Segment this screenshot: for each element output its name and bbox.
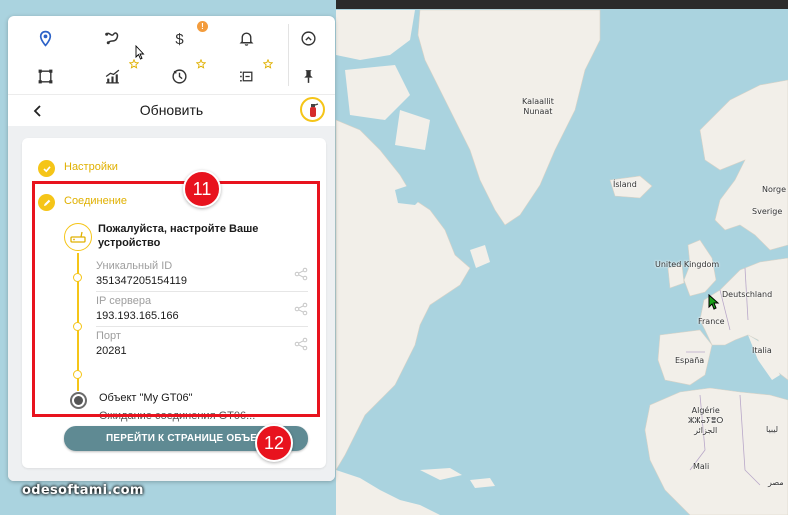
map-label-france: France <box>698 317 725 326</box>
highlight-box <box>32 181 320 417</box>
check-icon <box>38 160 55 177</box>
step-settings[interactable]: Настройки <box>64 161 118 173</box>
chart-icon[interactable] <box>100 64 124 88</box>
history-icon[interactable] <box>167 64 191 88</box>
mouse-cursor-icon <box>708 293 720 315</box>
map-label-mali: Mali <box>693 462 710 471</box>
map-label-norway: Norge <box>762 185 787 194</box>
svg-text:$: $ <box>175 31 184 46</box>
geofence-square-icon[interactable] <box>33 64 57 88</box>
avatar[interactable] <box>300 97 325 122</box>
map-label-libya: ليبيا <box>766 425 779 434</box>
dollar-icon[interactable]: $ <box>167 26 191 50</box>
page-title: Обновить <box>139 102 204 118</box>
mouse-cursor-icon <box>135 45 145 60</box>
route-icon[interactable] <box>100 26 124 50</box>
map-label-greenland: Kalaallit Nunaat <box>522 97 554 116</box>
toolbar-divider <box>288 24 289 86</box>
notification-badge: ! <box>197 21 208 32</box>
panel-header: Обновить <box>8 94 335 126</box>
map-label-uk: United Kingdom <box>655 260 720 269</box>
map-label-sweden: Sverige <box>752 207 783 216</box>
pin-icon[interactable] <box>296 64 320 88</box>
bell-icon[interactable] <box>234 26 258 50</box>
map-label-iceland: Ísland <box>613 180 637 189</box>
tracker-list-icon[interactable] <box>234 64 258 88</box>
chevron-up-circle-icon[interactable] <box>296 26 320 50</box>
map-label-algeria: Algérie ⵣⵣⴰⵢⴻⵔ الجزائر <box>688 406 724 435</box>
favorite-star-icon[interactable] <box>263 59 273 69</box>
map-label-germany: Deutschland <box>722 290 773 299</box>
toolbar: $ ! <box>8 16 335 94</box>
annotation-badge-11: 11 <box>183 170 221 208</box>
map-label-egypt: مصر <box>768 478 784 487</box>
favorite-star-icon[interactable] <box>196 59 206 69</box>
map-label-spain: España <box>675 356 705 365</box>
annotation-badge-12: 12 <box>255 424 293 462</box>
map-pin-icon[interactable] <box>33 26 57 50</box>
map-label-italy: Italia <box>752 346 772 355</box>
fire-extinguisher-icon <box>309 102 318 117</box>
watermark: odesoftami.com <box>22 483 144 498</box>
window-top-strip <box>336 0 788 9</box>
